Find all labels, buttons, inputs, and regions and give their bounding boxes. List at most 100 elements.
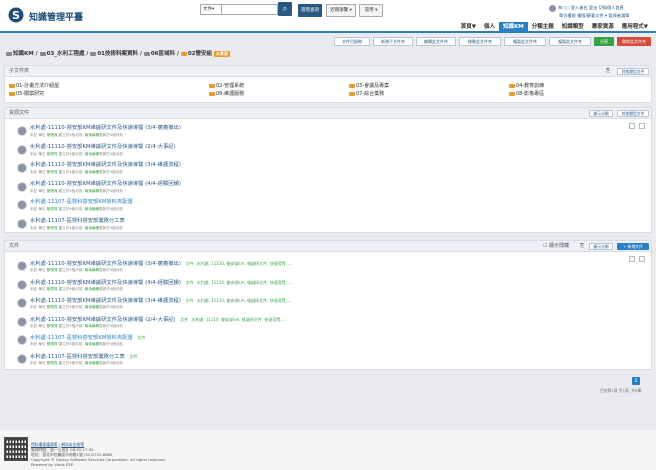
- show-category-button[interactable]: 顯示分類: [589, 110, 613, 117]
- list-item[interactable]: 水利處-11110-營安部KM維誠研文件及快速導覽 (3/4-維護流程) 未記 單…: [17, 162, 647, 180]
- delete-folder-button[interactable]: 刪除此文件夾: [617, 37, 651, 46]
- breadcrumb-item[interactable]: 03_水利工程處: [47, 51, 85, 57]
- item-title[interactable]: 水利處-11110-營安部KM維誠研文件及快速導覽 (4/4-經驗回饋) 文件水…: [30, 279, 292, 287]
- move-folder-button[interactable]: 移動此文件夾: [459, 37, 501, 46]
- user-links-2[interactable]: 單位權限 權限/觀看文件 ▾ 管理者選單: [549, 12, 629, 20]
- folder-icon: [9, 83, 15, 88]
- breadcrumb-item[interactable]: 06區域科: [151, 51, 175, 57]
- other-types-button[interactable]: 其他類型文件: [617, 110, 649, 117]
- advanced-search-button[interactable]: 進階查詢: [298, 4, 322, 17]
- new-subfolder-button[interactable]: 新增子文件夾: [373, 37, 413, 46]
- edit-folder-button[interactable]: 編輯此文件夾: [416, 37, 456, 46]
- item-meta: 未記 單位 管理員 建立於4個月前, 最後編輯更新於4個月前: [30, 151, 123, 156]
- item-meta: 未記 單位 管理員 建立於4個月前, 最後編輯更新於4個月前: [30, 286, 123, 291]
- item-tags: 水利處, 11110, 營安部km, 維誠研文件, 快速導覽, ...: [196, 279, 293, 285]
- subfolder-item[interactable]: 04-教育訓練: [509, 83, 544, 90]
- resources-panel: 資源文件 顯示分類 其他類型文件 水利處-11110-營安部KM維誠研文件及快速…: [4, 107, 652, 233]
- avatar: [17, 298, 27, 308]
- item-tags: 水利處, 11110, 營安部km, 維誠研文件, 快速導覽, ...: [191, 316, 287, 322]
- list-item[interactable]: 水利處-11110-營安部KM維誠研文件及快速導覽 (4/4-經驗回饋) 未記 單…: [17, 181, 647, 199]
- add-file-button[interactable]: + 新增文件: [617, 243, 649, 250]
- item-title[interactable]: 水利處-11110-營安部KM維誠研文件及快速導覽 (4/4-經驗回饋): [30, 181, 181, 188]
- panel-title: 資源文件: [9, 110, 30, 116]
- share-button[interactable]: 分享: [594, 37, 614, 46]
- item-meta: 未記 單位 管理員 建立於4個月前, 最後編輯更新於4個月前: [30, 225, 123, 230]
- item-title[interactable]: 水利處-11110-營安部KM維誠研文件及快速導覽 (3/4-維護流程): [30, 162, 181, 169]
- list-item[interactable]: 水利處-11110-營安部KM維誠研文件及快速導覽 (3/4-廣義撤出) 文件水…: [17, 260, 647, 278]
- resources-panel-header: 資源文件 顯示分類 其他類型文件: [5, 108, 651, 119]
- recent-views-button[interactable]: 近期瀏覽 ▾: [326, 4, 356, 17]
- subfolder-panel-header: 子文件夾 ⎘ 其他類型文件: [5, 66, 651, 77]
- folder-icon: [349, 91, 355, 96]
- avatar: [17, 126, 27, 136]
- subfolder-item[interactable]: 05-關案研究: [9, 91, 44, 98]
- item-meta: 未記 單位 管理員 建立於4個月前, 最後編輯更新於4個月前: [30, 360, 123, 365]
- avatar: [17, 181, 27, 192]
- search-scope-select[interactable]: 文件▾: [200, 4, 222, 15]
- item-title[interactable]: 水利處-11110-營安部KM維誠研文件及快速導覽 (2/4-大事記) 文件 水利…: [30, 316, 287, 324]
- folder-icon: [9, 91, 15, 96]
- subfolder-item[interactable]: 07-綜合業務: [349, 91, 384, 98]
- list-item[interactable]: 水利處-11110-營安部KM維誠研文件及快速導覽 (3/4-維護流程) 文件水…: [17, 297, 647, 315]
- other-types-button[interactable]: 其他類型文件: [617, 68, 649, 75]
- list-item[interactable]: 水利處-11107-區營科營安部業務分工表 未記 單位 管理員 建立於4個月前, …: [17, 218, 647, 236]
- list-item[interactable]: 水利處-11107-區營科營安部KM資料夾配置 文件 未記 單位 管理員 建立於4…: [17, 334, 647, 352]
- folder-tag: 水資源: [213, 51, 230, 57]
- list-item[interactable]: 水利處-11110-營安部KM維誠研文件及快速導覽 (3/4-廣義撤出) 未記 單…: [17, 125, 647, 143]
- page-summary: 目前第1頁 共1頁, 共6筆: [600, 388, 642, 393]
- show-hidden-checkbox[interactable]: ☐ 顯示隱藏: [543, 241, 569, 252]
- qr-code-icon: [4, 437, 28, 461]
- breadcrumb-item[interactable]: 01技術科案資料: [97, 51, 138, 57]
- subfolder-item[interactable]: 01-計畫方法介紹屋: [9, 83, 59, 90]
- avatar[interactable]: [549, 4, 556, 12]
- list-item[interactable]: 水利處-11110-營安部KM維誠研文件及快速導覽 (4/4-經驗回饋) 文件水…: [17, 279, 647, 297]
- header: S 知識管理平臺 文件▾ ⌕ 進階查詢 近期瀏覽 ▾ 常用 ▾ 林○○ 登入後台…: [0, 0, 656, 32]
- breadcrumb-item[interactable]: 知識KM: [13, 51, 34, 57]
- item-meta: 未記 單位 管理員 建立於4個月前, 最後編輯更新於4個月前: [30, 170, 123, 174]
- search-icon[interactable]: ⌕: [278, 2, 292, 16]
- item-kind: 文件: [185, 279, 194, 285]
- item-title[interactable]: 水利處-11107-區營科營安部KM資料夾配置 文件: [30, 334, 149, 342]
- link-icon[interactable]: ⎘: [606, 66, 610, 77]
- item-title[interactable]: 水利處-11107-區營科營安部KM資料夾配置: [30, 199, 133, 206]
- folder-icon: [209, 91, 215, 96]
- copy-folder-button-2[interactable]: 複製此文件夾: [549, 37, 591, 46]
- subfolder-item[interactable]: 08-影像專區: [509, 91, 544, 98]
- subfolder-item[interactable]: 02-管理系統: [209, 83, 244, 90]
- item-title[interactable]: 水利處-11110-營安部KM維誠研文件及快速導覽 (3/4-維護流程) 文件水…: [30, 297, 292, 305]
- item-title[interactable]: 水利處-11107-區營科營安部業務分工表 文件: [30, 353, 141, 361]
- item-meta: 未記 單位 管理員 建立於4個月前, 最後編輯更新於4個月前: [30, 305, 123, 309]
- item-title[interactable]: 水利處-11107-區營科營安部業務分工表: [30, 218, 125, 225]
- avatar: [17, 144, 27, 155]
- folder-tree-button[interactable]: 文件目錄樹: [334, 37, 370, 46]
- item-meta: 未記 單位 管理員 建立於4個月前, 最後編輯更新於4個月前: [30, 207, 123, 211]
- list-item[interactable]: 水利處-11110-營安部KM維誠研文件及快速導覽 (2/4-大事記) 文件 水利…: [17, 316, 647, 334]
- common-button[interactable]: 常用 ▾: [359, 4, 383, 17]
- user-links[interactable]: 林○○ 登入後台 登出 切換個人首頁: [558, 5, 624, 10]
- user-menu: 林○○ 登入後台 登出 切換個人首頁 單位權限 權限/觀看文件 ▾ 管理者選單: [549, 4, 629, 20]
- list-item[interactable]: 水利處-11110-營安部KM維誠研文件及快速導覽 (2/4-大事記) 未記 單位…: [17, 144, 647, 162]
- subfolder-item[interactable]: 06-維護服務: [209, 91, 244, 98]
- item-kind: 文件: [137, 335, 146, 340]
- search-input[interactable]: [222, 4, 278, 15]
- folder-icon: [349, 83, 355, 88]
- list-item[interactable]: 水利處-11107-區營科營安部KM資料夾配置 未記 單位 管理員 建立於4個月前…: [17, 199, 647, 217]
- subfolder-item[interactable]: 03-會議及專案: [349, 83, 389, 90]
- show-category-button[interactable]: 顯示分類: [589, 243, 613, 250]
- list-item[interactable]: 水利處-11107-區營科營安部業務分工表 文件 未記 單位 管理員 建立於4個月…: [17, 353, 647, 371]
- nav-divider: [0, 31, 656, 33]
- site-title[interactable]: 知識管理平臺: [29, 10, 83, 23]
- item-title[interactable]: 水利處-11110-營安部KM維誠研文件及快速導覽 (3/4-廣義撤出): [30, 125, 181, 132]
- panel-title: 子文件夾: [9, 68, 30, 74]
- page-button[interactable]: 1: [632, 377, 640, 385]
- logo-icon[interactable]: S: [8, 7, 24, 23]
- folder-icon: [180, 51, 187, 56]
- item-meta: 未記 單位 管理員 建立於4個月前, 最後編輯更新於4個月前: [30, 268, 123, 272]
- breadcrumb-item[interactable]: 02營安組: [188, 51, 212, 57]
- panel-title: 文件: [9, 243, 20, 249]
- item-title[interactable]: 水利處-11110-營安部KM維誠研文件及快速導覽 (2/4-大事記): [30, 144, 176, 151]
- item-title[interactable]: 水利處-11110-營安部KM維誠研文件及快速導覽 (3/4-廣義撤出) 文件水…: [30, 260, 292, 268]
- copy-folder-button[interactable]: 複製此文件夾: [504, 37, 546, 46]
- item-kind: 文件: [185, 261, 194, 266]
- link-icon[interactable]: ⎘: [580, 241, 584, 252]
